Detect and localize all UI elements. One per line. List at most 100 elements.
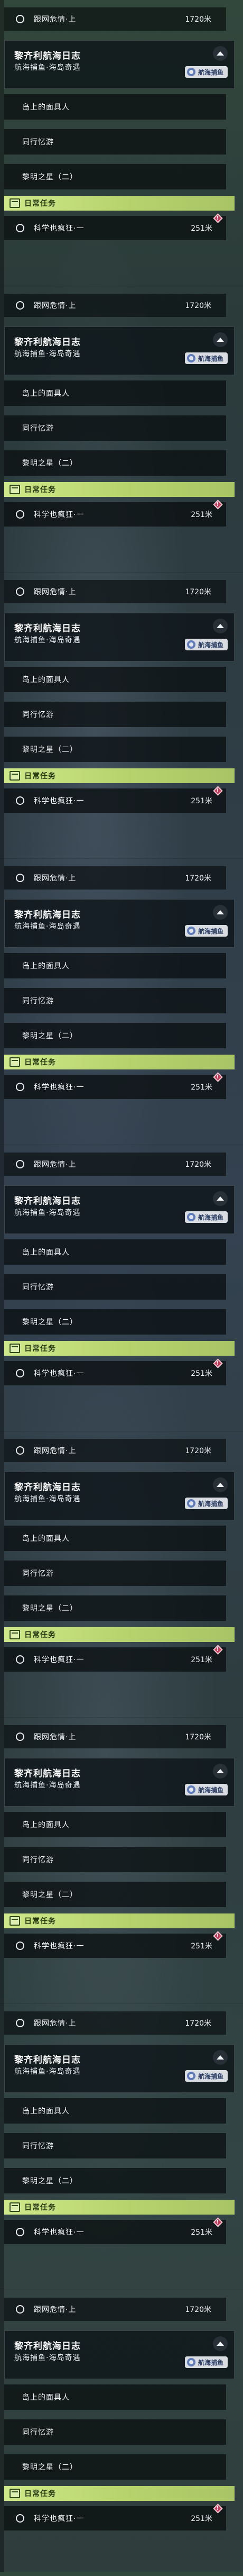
hint-task-label: 跟网危情·上 [34,588,77,596]
quest-step-label: 岛上的面具人 [22,962,70,970]
hint-task-label: 跟网危情·上 [34,1447,77,1455]
collapse-button[interactable] [213,46,228,61]
hint-task-row[interactable]: 跟网危情·上 1720米 [4,1153,226,1176]
daily-tasks-header[interactable]: 日常任务 [4,1627,235,1642]
collapse-button[interactable] [213,1764,228,1779]
quest-step-label: 黎明之星（二） [22,1891,78,1899]
daily-task-row[interactable]: 科学也疯狂·一 251米 ! [4,215,226,240]
quest-step-row[interactable]: 岛上的面具人 [4,1526,226,1551]
quest-step-label: 岛上的面具人 [22,103,70,112]
quest-step-label: 同行忆游 [22,997,54,1005]
collapse-button[interactable] [213,905,228,920]
main-quest-card[interactable]: 黎齐利航海日志 航海捕鱼·海岛奇遇 航海捕鱼 [4,326,235,375]
quest-step-row[interactable]: 同行忆游 [4,2419,226,2445]
quest-step-row[interactable]: 黎明之星（二） [4,2454,226,2480]
quest-step-row[interactable]: 同行忆游 [4,1847,226,1872]
quest-step-row[interactable]: 岛上的面具人 [4,667,226,692]
hint-task-row[interactable]: 跟网危情·上 1720米 [4,1439,226,1462]
daily-task-row[interactable]: 科学也疯狂·一 251米 ! [4,788,226,813]
alert-icon: ! [212,2503,223,2514]
quest-step-row[interactable]: 同行忆游 [4,2133,226,2158]
main-quest-card[interactable]: 黎齐利航海日志 航海捕鱼·海岛奇遇 航海捕鱼 [4,40,235,89]
main-quest-card[interactable]: 黎齐利航海日志 航海捕鱼·海岛奇遇 航海捕鱼 [4,899,235,948]
quest-step-label: 岛上的面具人 [22,1535,70,1543]
daily-task-row[interactable]: 科学也疯狂·一 251米 ! [4,1933,226,1958]
hint-task-distance: 1720米 [185,1733,211,1741]
quest-step-label: 同行忆游 [22,424,54,433]
collapse-button[interactable] [213,332,228,347]
daily-tasks-header[interactable]: 日常任务 [4,2486,235,2501]
main-quest-card[interactable]: 黎齐利航海日志 航海捕鱼·海岛奇遇 航海捕鱼 [4,1472,235,1520]
quest-step-row[interactable]: 同行忆游 [4,702,226,727]
collapse-button[interactable] [213,1191,228,1206]
daily-tasks-header[interactable]: 日常任务 [4,1341,235,1356]
quest-step-row[interactable]: 黎明之星（二） [4,164,226,189]
main-quest-card[interactable]: 黎齐利航海日志 航海捕鱼·海岛奇遇 航海捕鱼 [4,1185,235,1234]
daily-task-label: 科学也疯狂·一 [34,1369,85,1378]
quest-tracker-block: 跟网危情·上 1720米 黎齐利航海日志 航海捕鱼·海岛奇遇 航海捕鱼 岛上的面… [0,0,243,286]
hint-task-distance: 1720米 [185,15,211,24]
quest-step-row[interactable]: 岛上的面具人 [4,380,226,406]
daily-task-row[interactable]: 科学也疯狂·一 251米 ! [4,1360,226,1385]
quest-step-row[interactable]: 黎明之星（二） [4,2168,226,2193]
chevron-up-icon [217,1483,224,1487]
quest-step-row[interactable]: 黎明之星（二） [4,1595,226,1621]
region-badge: 航海捕鱼 [184,2356,228,2368]
quest-step-row[interactable]: 同行忆游 [4,1561,226,1586]
hint-task-row[interactable]: 跟网危情·上 1720米 [4,866,226,890]
hint-task-row[interactable]: 跟网危情·上 1720米 [4,2011,226,2035]
quest-step-row[interactable]: 黎明之星（二） [4,450,226,476]
daily-task-row[interactable]: 科学也疯狂·一 251米 ! [4,1647,226,1672]
hint-task-row[interactable]: 跟网危情·上 1720米 [4,294,226,317]
main-quest-card[interactable]: 黎齐利航海日志 航海捕鱼·海岛奇遇 航海捕鱼 [4,2044,235,2093]
hint-task-row[interactable]: 跟网危情·上 1720米 [4,1725,226,1748]
quest-step-row[interactable]: 同行忆游 [4,415,226,441]
daily-task-row[interactable]: 科学也疯狂·一 251米 ! [4,2506,226,2530]
quest-step-row[interactable]: 岛上的面具人 [4,953,226,978]
daily-tasks-header[interactable]: 日常任务 [4,1055,235,1069]
quest-step-row[interactable]: 岛上的面具人 [4,1239,226,1265]
daily-task-row[interactable]: 科学也疯狂·一 251米 ! [4,1074,226,1099]
daily-tasks-header[interactable]: 日常任务 [4,2200,235,2215]
main-quest-card[interactable]: 黎齐利航海日志 航海捕鱼·海岛奇遇 航海捕鱼 [4,2330,235,2379]
quest-step-row[interactable]: 同行忆游 [4,988,226,1013]
daily-tasks-header[interactable]: 日常任务 [4,768,235,783]
main-quest-card[interactable]: 黎齐利航海日志 航海捕鱼·海岛奇遇 航海捕鱼 [4,1758,235,1807]
daily-tasks-header[interactable]: 日常任务 [4,1913,235,1928]
daily-tasks-header[interactable]: 日常任务 [4,482,235,497]
quest-subtitle: 航海捕鱼·海岛奇遇 [14,2067,81,2076]
quest-step-row[interactable]: 岛上的面具人 [4,94,226,120]
chevron-up-icon [217,2342,224,2346]
quest-step-row[interactable]: 同行忆游 [4,1274,226,1300]
hint-task-distance: 1720米 [185,302,211,310]
region-badge-label: 航海捕鱼 [198,2359,223,2366]
main-quest-card[interactable]: 黎齐利航海日志 航海捕鱼·海岛奇遇 航海捕鱼 [4,613,235,661]
collapse-button[interactable] [213,2336,228,2351]
quest-step-row[interactable]: 黎明之星（二） [4,1309,226,1335]
daily-tasks-header[interactable]: 日常任务 [4,196,235,211]
quest-step-row[interactable]: 岛上的面具人 [4,1812,226,1837]
circle-icon [16,2228,24,2236]
quest-step-row[interactable]: 同行忆游 [4,129,226,155]
region-badge-label: 航海捕鱼 [198,1213,223,1221]
quest-step-row[interactable]: 岛上的面具人 [4,2098,226,2124]
chevron-up-icon [217,51,224,56]
hint-task-row[interactable]: 跟网危情·上 1720米 [4,2298,226,2321]
quest-step-row[interactable]: 黎明之星（二） [4,1882,226,1907]
region-badge-icon [186,2072,195,2080]
circle-icon [16,510,24,519]
hint-task-row[interactable]: 跟网危情·上 1720米 [4,7,226,31]
chevron-up-icon [217,910,224,914]
quest-step-row[interactable]: 黎明之星（二） [4,737,226,762]
region-badge-label: 航海捕鱼 [198,2072,223,2080]
quest-step-row[interactable]: 黎明之星（二） [4,1023,226,1048]
collapse-button[interactable] [213,619,228,633]
collapse-button[interactable] [213,2050,228,2065]
collapse-button[interactable] [213,1477,228,1492]
circle-icon [16,1655,24,1664]
daily-task-row[interactable]: 科学也疯狂·一 251米 ! [4,502,226,527]
daily-task-row[interactable]: 科学也疯狂·一 251米 ! [4,2219,226,2244]
quest-step-row[interactable]: 岛上的面具人 [4,2384,226,2410]
hint-task-row[interactable]: 跟网危情·上 1720米 [4,580,226,603]
quest-tracker-block: 跟网危情·上 1720米 黎齐利航海日志 航海捕鱼·海岛奇遇 航海捕鱼 岛上的面… [0,2290,243,2576]
